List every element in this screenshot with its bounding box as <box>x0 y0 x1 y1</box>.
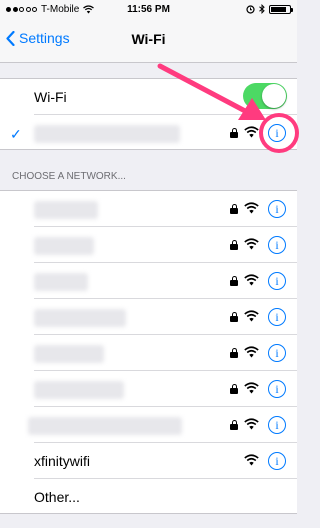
status-right <box>246 4 293 14</box>
wifi-signal-icon <box>244 382 259 394</box>
alarm-icon <box>246 5 255 14</box>
lock-icon <box>230 204 238 214</box>
network-info-button[interactable]: i <box>268 380 286 398</box>
status-bar: T-Mobile 11:56 PM <box>0 0 297 20</box>
page-title: Wi-Fi <box>131 31 166 47</box>
network-name <box>34 201 98 219</box>
network-name <box>34 381 124 399</box>
toggle-knob <box>262 84 286 108</box>
network-name: xfinitywifi <box>34 453 91 469</box>
annotation-circle <box>259 113 299 153</box>
lock-icon <box>230 420 238 430</box>
network-info-button[interactable]: i <box>268 236 286 254</box>
wifi-signal-icon <box>244 274 259 286</box>
connected-network-name <box>34 125 180 143</box>
battery-icon <box>269 4 293 14</box>
network-row[interactable]: i <box>0 371 297 407</box>
network-row[interactable]: i <box>0 227 297 263</box>
network-name <box>34 309 126 327</box>
navigation-bar: Settings Wi-Fi <box>0 20 297 63</box>
lock-icon <box>230 384 238 394</box>
network-info-button[interactable]: i <box>268 452 286 470</box>
wifi-signal-icon <box>244 310 259 322</box>
network-row[interactable]: i <box>0 407 297 443</box>
wifi-signal-icon <box>244 238 259 250</box>
network-row[interactable]: i <box>0 263 297 299</box>
other-network-label: Other... <box>34 489 80 505</box>
network-name <box>34 237 94 255</box>
network-name <box>34 273 88 291</box>
network-row[interactable]: i <box>0 191 297 227</box>
section-header: CHOOSE A NETWORK... <box>12 171 126 182</box>
wifi-toggle-label: Wi-Fi <box>34 89 67 105</box>
network-row[interactable]: i <box>0 335 297 371</box>
wifi-signal-icon <box>244 202 259 214</box>
connected-network-row[interactable]: ✓ i <box>0 115 297 151</box>
wifi-signal-icon <box>244 454 259 466</box>
network-row[interactable]: i <box>0 299 297 335</box>
network-info-button[interactable]: i <box>268 272 286 290</box>
checkmark-icon: ✓ <box>10 126 22 142</box>
network-info-button[interactable]: i <box>268 308 286 326</box>
lock-icon <box>230 348 238 358</box>
wifi-toggle-switch[interactable] <box>243 83 287 109</box>
wifi-signal-icon <box>244 126 259 138</box>
network-info-button[interactable]: i <box>268 200 286 218</box>
lock-icon <box>230 240 238 250</box>
wifi-signal-icon <box>244 418 259 430</box>
network-info-button[interactable]: i <box>268 416 286 434</box>
network-list: i i i i i i i xfinitywifi i Other... <box>0 190 297 514</box>
network-row[interactable]: xfinitywifi i <box>0 443 297 479</box>
other-network-row[interactable]: Other... <box>0 479 297 515</box>
lock-icon <box>230 276 238 286</box>
bluetooth-icon <box>259 4 265 14</box>
network-name <box>28 417 182 435</box>
wifi-signal-icon <box>244 346 259 358</box>
network-name <box>34 345 104 363</box>
lock-icon <box>230 312 238 322</box>
network-info-button[interactable]: i <box>268 344 286 362</box>
lock-icon <box>230 128 238 138</box>
